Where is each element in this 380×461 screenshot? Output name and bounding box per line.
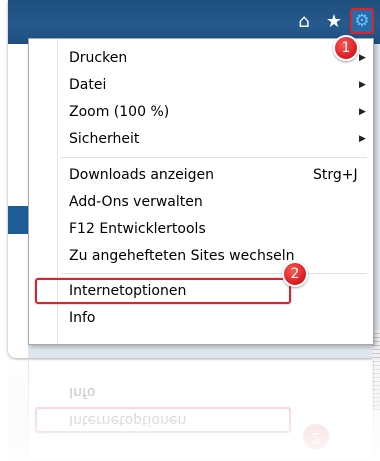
menu-item-label: Zoom (100 %): [69, 104, 170, 120]
menu-item-f12-devtools[interactable]: F12 Entwicklertools: [29, 216, 373, 242]
menu-item-pinned-sites[interactable]: Zu angehefteten Sites wechseln: [29, 243, 373, 269]
submenu-arrow-icon: ▶: [359, 107, 366, 117]
menu-item-datei[interactable]: Datei ▶: [29, 72, 373, 98]
submenu-arrow-icon: ▶: [359, 53, 366, 63]
menu-separator: [61, 157, 367, 158]
tools-menu: Drucken ▶ Datei ▶ Zoom (100 %) ▶ Sicherh…: [28, 38, 374, 345]
menu-item-sicherheit[interactable]: Sicherheit ▶: [29, 126, 373, 152]
menu-item-label: Zu angehefteten Sites wechseln: [69, 248, 295, 264]
step-badge-1: 1: [333, 35, 359, 61]
menu-item-shortcut: Strg+J: [313, 167, 358, 183]
gear-icon: ⚙: [354, 11, 370, 31]
menu-item-label: Add-Ons verwalten: [69, 194, 203, 210]
page-content-block: [8, 206, 28, 234]
menu-item-label: Datei: [69, 77, 107, 93]
menu-item-label: Downloads anzeigen: [69, 167, 215, 183]
annotation-highlight-internetoptionen: [35, 278, 291, 304]
submenu-arrow-icon: ▶: [359, 80, 366, 90]
menu-item-label: Sicherheit: [69, 131, 140, 147]
menu-item-label: Info: [69, 310, 96, 326]
page-content-edge: [8, 44, 28, 358]
menu-item-zoom[interactable]: Zoom (100 %) ▶: [29, 99, 373, 125]
menu-item-info[interactable]: Info: [29, 305, 373, 331]
menu-item-downloads[interactable]: Downloads anzeigen Strg+J: [29, 162, 373, 188]
menu-separator: [61, 273, 367, 274]
home-icon[interactable]: ⌂: [294, 11, 314, 33]
menu-item-drucken[interactable]: Drucken ▶: [29, 45, 373, 71]
submenu-arrow-icon: ▶: [359, 134, 366, 144]
step-badge-2: 2: [282, 261, 308, 287]
menu-item-label: F12 Entwicklertools: [69, 221, 206, 237]
menu-item-label: Drucken: [69, 50, 128, 66]
star-icon[interactable]: ★: [324, 11, 344, 33]
tools-button[interactable]: ⚙: [350, 8, 374, 34]
menu-item-add-ons[interactable]: Add-Ons verwalten: [29, 189, 373, 215]
reflection-fade: [0, 360, 380, 461]
